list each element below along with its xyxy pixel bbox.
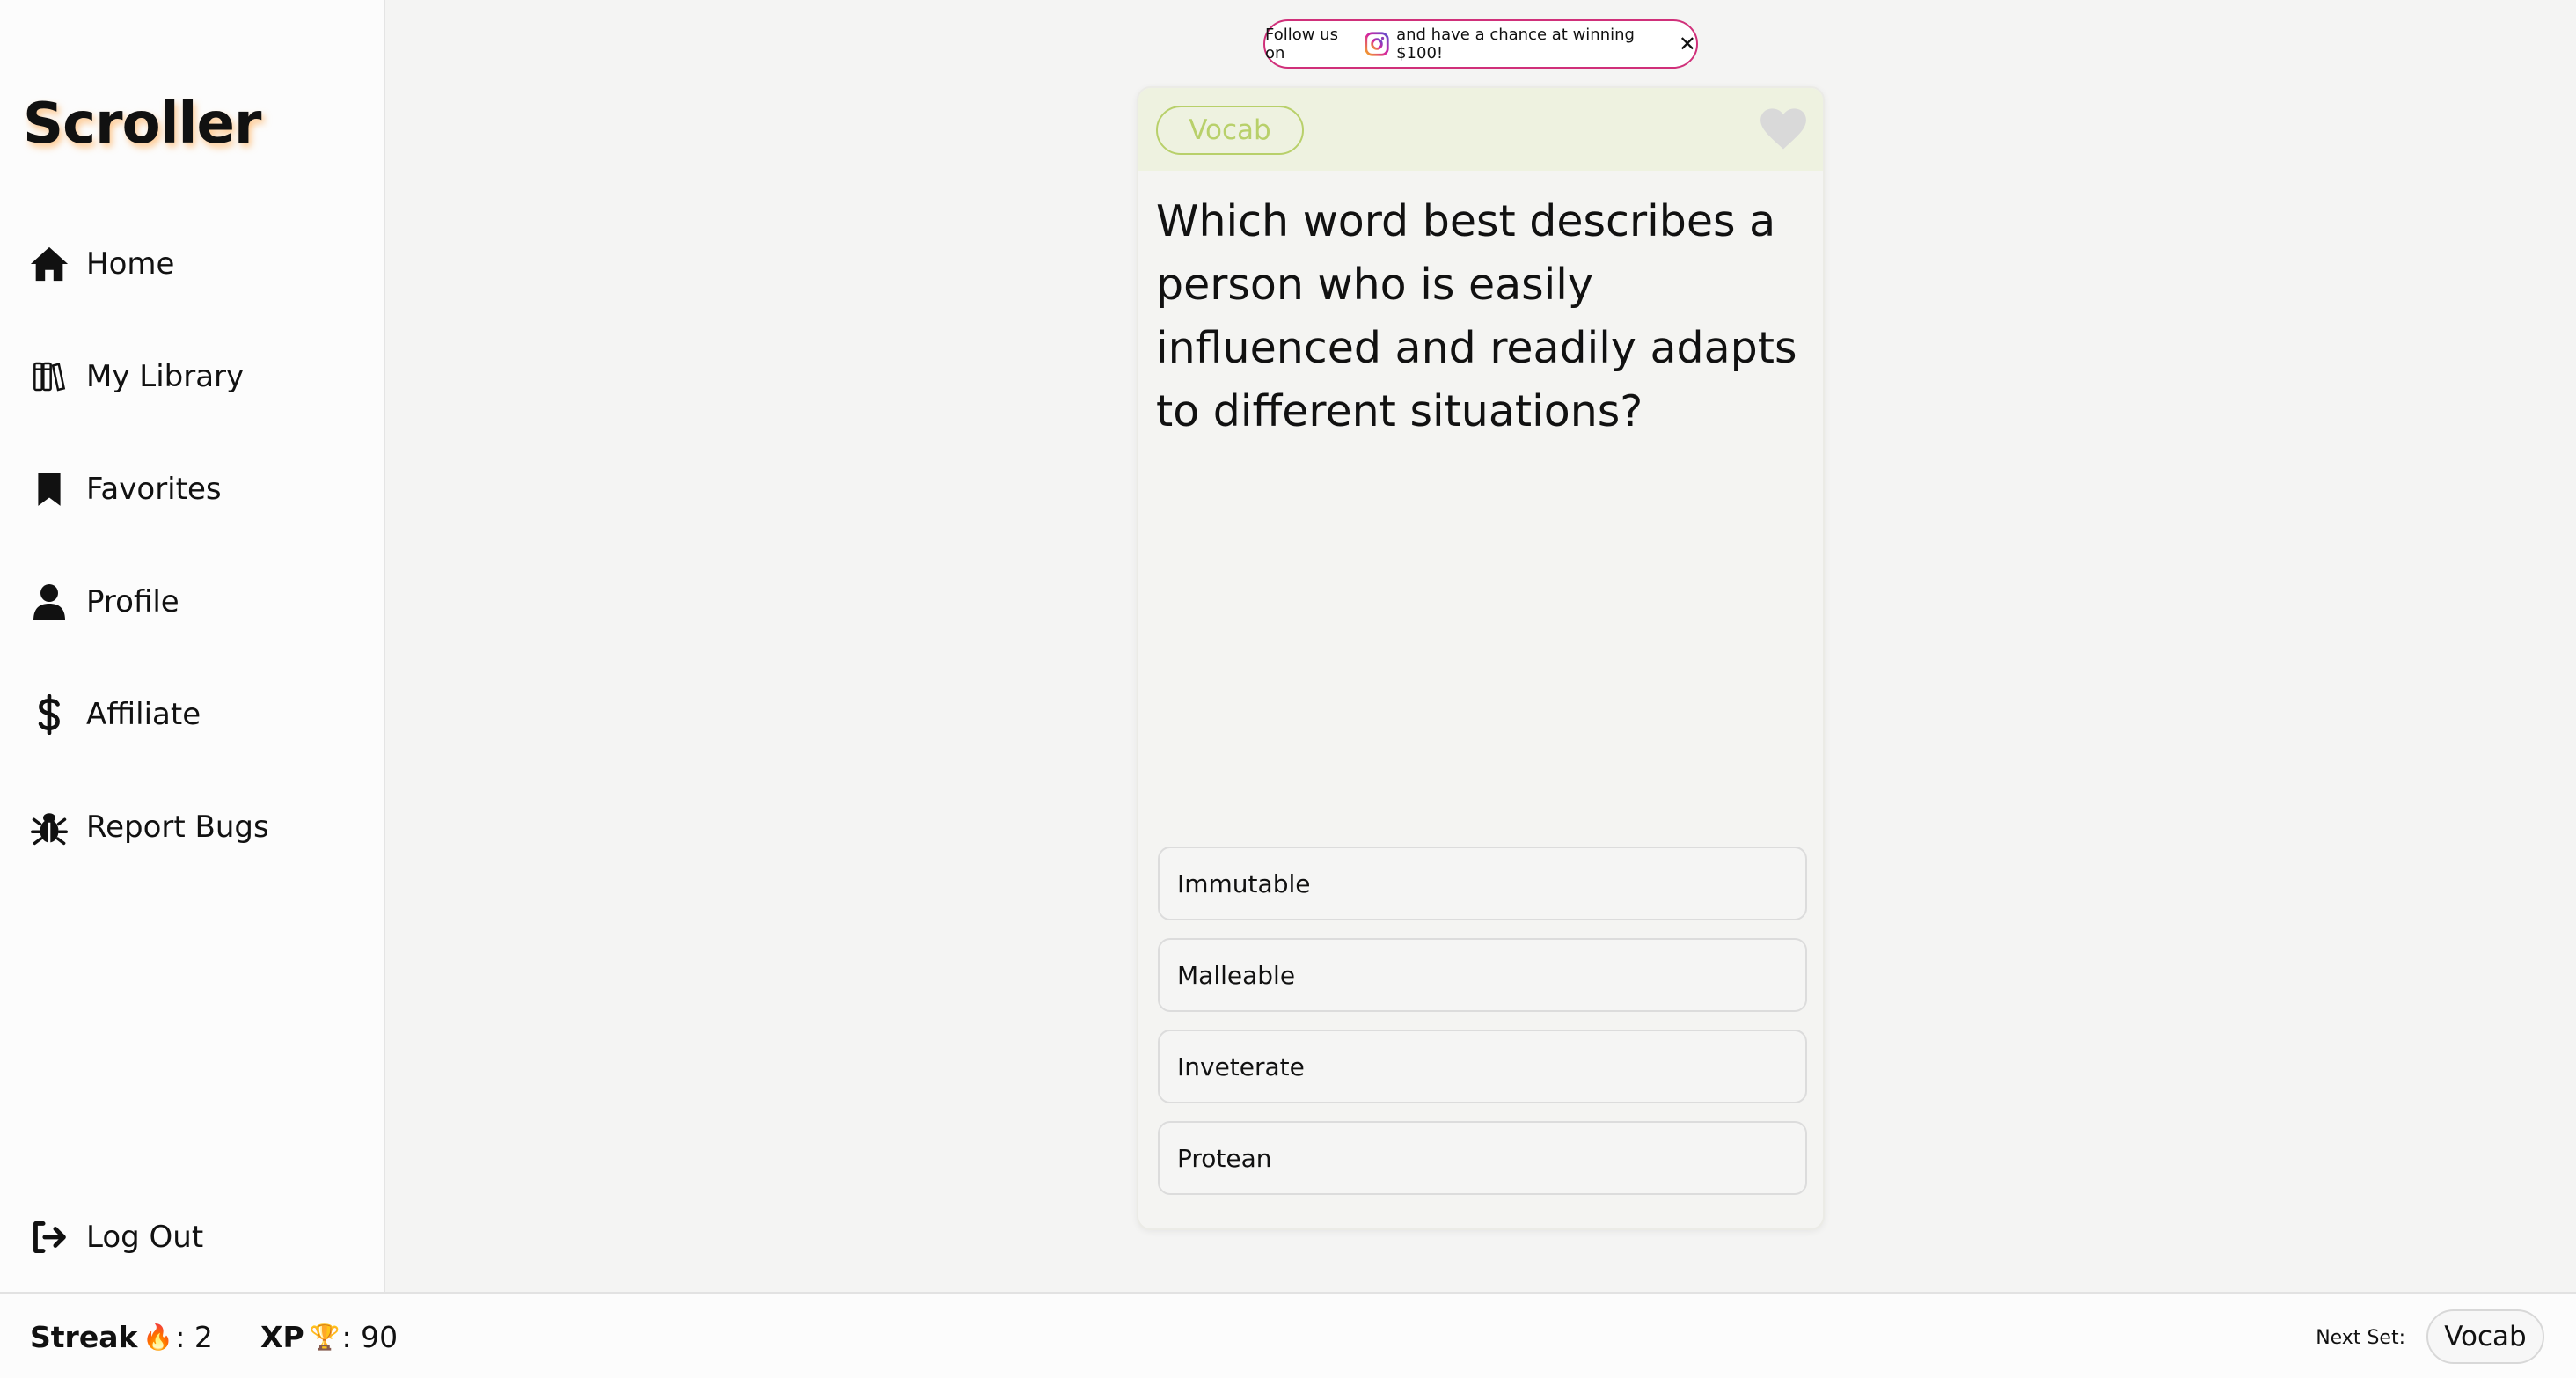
sidebar-item-label: Profile bbox=[86, 584, 179, 619]
bottom-status-bar: Streak 🔥 : 2 XP 🏆 : 90 Next Set: Vocab bbox=[0, 1292, 2576, 1378]
streak-stat: Streak 🔥 : 2 bbox=[30, 1320, 213, 1354]
library-icon bbox=[28, 355, 70, 398]
bookmark-icon bbox=[28, 468, 70, 510]
xp-value: : 90 bbox=[341, 1320, 399, 1354]
next-set-label: Next Set: bbox=[2316, 1327, 2405, 1349]
promo-banner: Follow us on and have a chance at winnin… bbox=[1263, 19, 1698, 69]
sidebar-item-label: Report Bugs bbox=[86, 810, 269, 845]
category-tag[interactable]: Vocab bbox=[1156, 106, 1304, 155]
sidebar-item-affiliate[interactable]: Affiliate bbox=[28, 686, 201, 743]
dollar-icon bbox=[28, 693, 70, 736]
user-icon bbox=[28, 581, 70, 623]
sidebar-item-label: Affiliate bbox=[86, 697, 201, 732]
sidebar-item-report-bugs[interactable]: Report Bugs bbox=[28, 799, 269, 855]
sidebar-item-label: Home bbox=[86, 246, 175, 282]
answer-option[interactable]: Inveterate bbox=[1158, 1030, 1807, 1103]
logout-label: Log Out bbox=[86, 1220, 204, 1255]
sidebar: Scroller Home My Library Favorites Profi… bbox=[0, 0, 385, 1292]
instagram-icon[interactable] bbox=[1365, 31, 1389, 57]
question-card: Vocab Which word best describes a person… bbox=[1137, 86, 1825, 1230]
question-text: Which word best describes a person who i… bbox=[1156, 196, 1797, 436]
next-set-button[interactable]: Vocab bbox=[2426, 1309, 2544, 1364]
card-header: Vocab bbox=[1138, 88, 1823, 171]
streak-value: : 2 bbox=[175, 1320, 213, 1354]
logout-icon bbox=[28, 1216, 70, 1258]
bug-icon bbox=[28, 806, 70, 848]
streak-label: Streak bbox=[30, 1320, 138, 1354]
xp-stat: XP 🏆 : 90 bbox=[260, 1320, 398, 1354]
banner-close-button[interactable]: ✕ bbox=[1679, 32, 1696, 56]
sidebar-item-label: My Library bbox=[86, 359, 245, 394]
home-icon bbox=[28, 243, 70, 285]
heart-icon[interactable] bbox=[1760, 106, 1807, 153]
logout-button[interactable]: Log Out bbox=[28, 1209, 203, 1265]
app-logo[interactable]: Scroller bbox=[23, 92, 261, 157]
xp-label: XP bbox=[260, 1320, 304, 1354]
banner-text-after: and have a chance at winning $100! bbox=[1396, 26, 1635, 62]
answer-option[interactable]: Malleable bbox=[1158, 938, 1807, 1012]
sidebar-item-profile[interactable]: Profile bbox=[28, 574, 179, 630]
fire-icon: 🔥 bbox=[143, 1323, 174, 1352]
sidebar-item-home[interactable]: Home bbox=[28, 236, 174, 292]
answer-option[interactable]: Protean bbox=[1158, 1121, 1807, 1195]
answer-option[interactable]: Immutable bbox=[1158, 847, 1807, 920]
sidebar-item-my-library[interactable]: My Library bbox=[28, 348, 244, 405]
banner-text-before: Follow us on bbox=[1265, 26, 1338, 62]
trophy-icon: 🏆 bbox=[309, 1323, 340, 1352]
sidebar-item-label: Favorites bbox=[86, 472, 222, 507]
sidebar-item-favorites[interactable]: Favorites bbox=[28, 461, 222, 517]
